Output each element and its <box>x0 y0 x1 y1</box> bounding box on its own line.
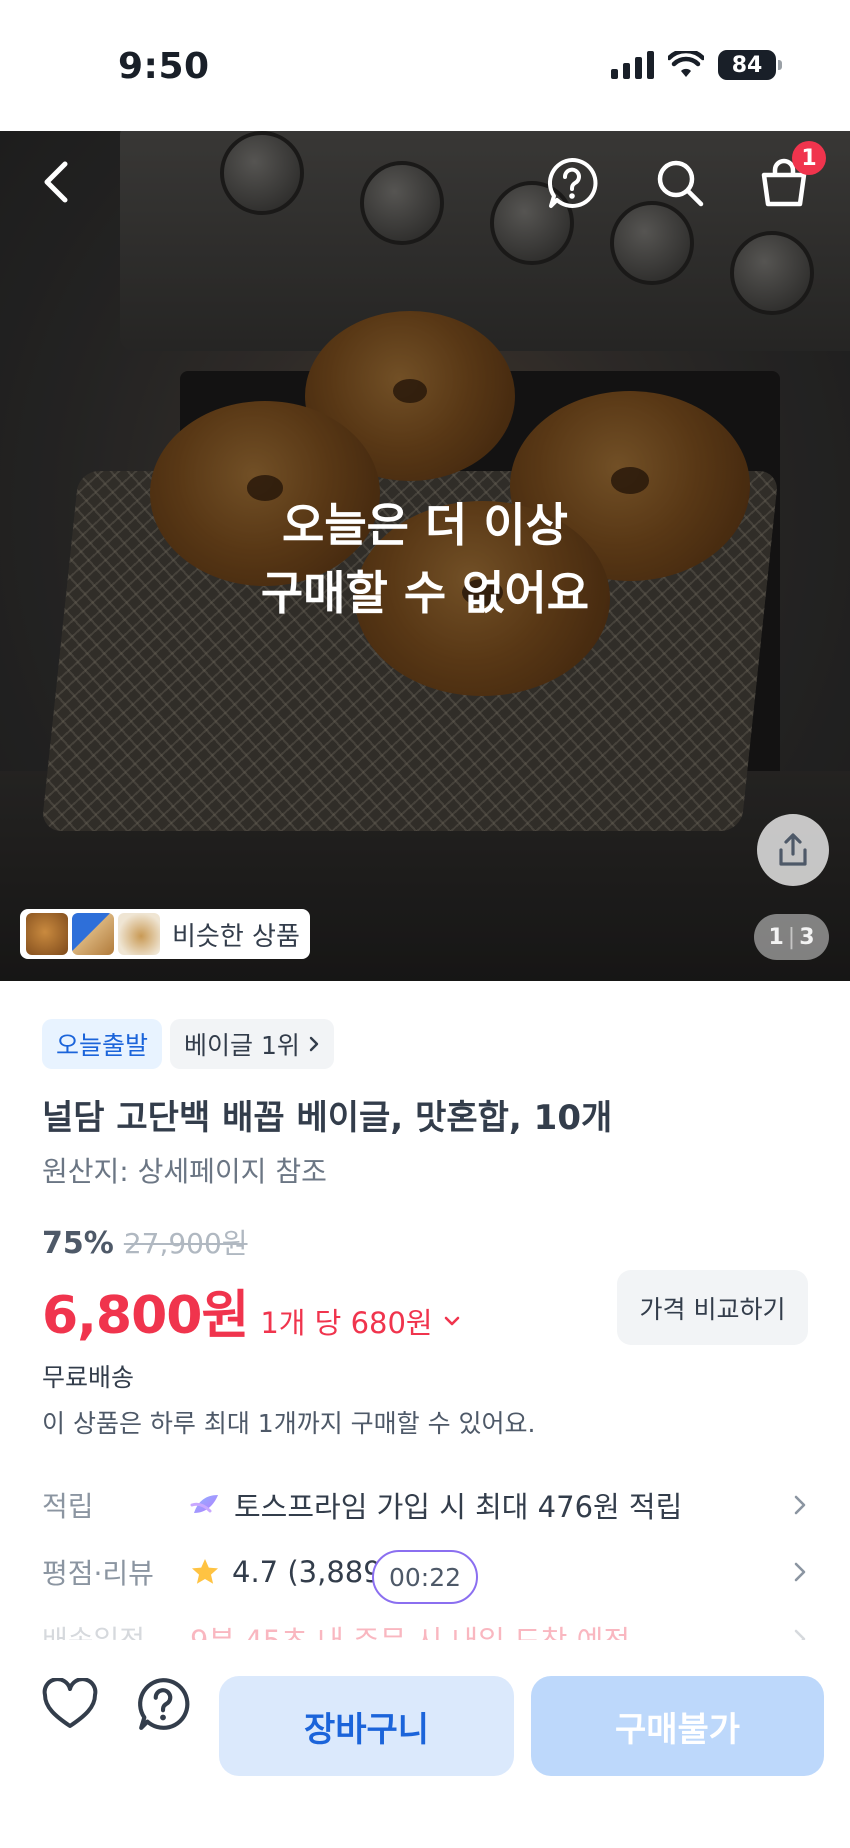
share-button[interactable] <box>757 814 829 886</box>
tag-ranking-label: 베이글 1위 <box>184 1031 300 1060</box>
cart-count-badge: 1 <box>792 141 826 175</box>
buy-button-disabled[interactable]: 구매불가 <box>531 1676 824 1776</box>
search-icon <box>657 160 704 207</box>
battery-icon: 84 <box>718 50 782 80</box>
tag-today-shipping: 오늘출발 <box>42 1019 163 1069</box>
product-title: 널담 고단백 배꼽 베이글, 맛혼합, 10개 <box>42 1098 613 1138</box>
toss-prime-icon <box>190 1495 218 1513</box>
similar-products-label: 비슷한 상품 <box>172 921 300 952</box>
similar-products-button[interactable]: 비슷한 상품 <box>20 909 310 959</box>
sold-out-overlay: 오늘은 더 이상 구매할 수 없어요 <box>0 491 850 627</box>
bottom-action-bar: 장바구니 구매불가 <box>0 1640 850 1848</box>
wishlist-button[interactable] <box>40 1674 100 1734</box>
question-icon <box>138 1678 190 1730</box>
rating-value: 4.7 (3,889) <box>232 1555 393 1589</box>
page-total: 3 <box>799 924 815 950</box>
chevron-down-icon <box>444 1316 459 1326</box>
similar-thumb <box>118 913 160 955</box>
question-icon <box>547 157 598 208</box>
chevron-right-icon <box>794 1495 806 1515</box>
price-compare-button[interactable]: 가격 비교하기 <box>617 1270 808 1345</box>
chevron-left-icon <box>44 161 68 203</box>
inquiry-button[interactable] <box>133 1674 193 1734</box>
discount-rate: 75% <box>42 1226 114 1261</box>
star-icon <box>192 1559 218 1584</box>
signal-icon <box>611 51 654 79</box>
back-button[interactable] <box>30 156 82 208</box>
status-time: 9:50 <box>118 46 210 87</box>
points-value: 토스프라임 가입 시 최대 476원 적립 <box>234 1490 683 1524</box>
status-icons: 84 <box>611 50 782 80</box>
page-current: 1 <box>768 924 784 950</box>
sold-out-line1: 오늘은 더 이상 <box>282 498 568 552</box>
heart-icon <box>42 1678 98 1728</box>
points-row[interactable]: 적립 토스프라임 가입 시 최대 476원 적립 <box>42 1480 812 1530</box>
tag-ranking[interactable]: 베이글 1위 <box>170 1019 334 1069</box>
rating-label: 평점·리뷰 <box>42 1557 154 1590</box>
status-bar: 9:50 84 <box>0 0 850 131</box>
unit-price-label: 1개 당 680원 <box>260 1306 433 1340</box>
cart-button[interactable]: 1 <box>754 141 826 211</box>
price-row: 6,800원 1개 당 680원 <box>42 1273 461 1348</box>
chevron-right-icon <box>794 1562 806 1582</box>
purchase-limit-notice: 이 상품은 하루 최대 1개까지 구매할 수 있어요. <box>42 1409 536 1438</box>
free-shipping-label: 무료배송 <box>42 1363 135 1392</box>
product-origin: 원산지: 상세페이지 참조 <box>42 1155 327 1188</box>
wifi-icon <box>668 51 704 77</box>
add-to-cart-button[interactable]: 장바구니 <box>219 1676 514 1776</box>
search-button[interactable] <box>652 155 708 211</box>
discount-row: 75% 27,900원 <box>42 1222 248 1262</box>
points-label: 적립 <box>42 1490 94 1523</box>
similar-thumb <box>72 913 114 955</box>
recording-timer: 00:22 <box>372 1550 478 1604</box>
similar-thumb <box>26 913 68 955</box>
image-page-indicator: 1 | 3 <box>754 914 829 960</box>
page-separator: | <box>787 924 796 950</box>
chevron-right-icon <box>309 1036 319 1052</box>
product-image-carousel[interactable]: 오늘은 더 이상 구매할 수 없어요 1 1 | 3 비슷한 상품 <box>0 131 850 981</box>
sold-out-line2: 구매할 수 없어요 <box>260 566 590 620</box>
unit-price-dropdown[interactable]: 1개 당 680원 <box>260 1300 460 1342</box>
share-icon <box>779 833 807 866</box>
sale-price: 6,800원 <box>42 1286 249 1346</box>
original-price: 27,900원 <box>123 1227 248 1260</box>
help-button[interactable] <box>544 155 600 211</box>
product-tags: 오늘출발 베이글 1위 <box>42 1019 334 1069</box>
